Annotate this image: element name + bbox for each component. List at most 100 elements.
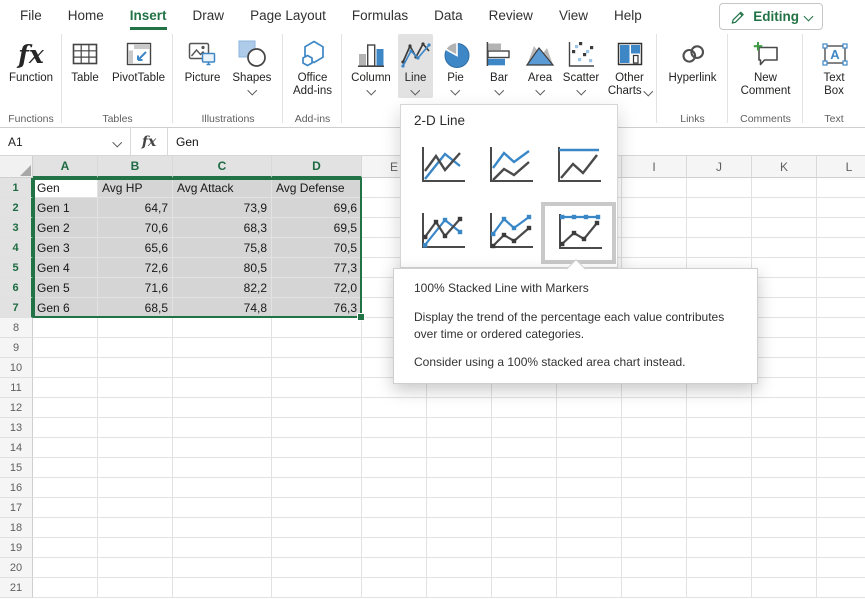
new-comment-button[interactable]: New Comment bbox=[736, 34, 796, 100]
cell-D21[interactable] bbox=[272, 578, 362, 598]
tab-page-layout[interactable]: Page Layout bbox=[250, 0, 326, 30]
cell-A20[interactable] bbox=[33, 558, 98, 578]
cell-H17[interactable] bbox=[557, 498, 622, 518]
cell-E16[interactable] bbox=[362, 478, 427, 498]
line-chart-button[interactable]: Line bbox=[398, 34, 433, 98]
cell-D5[interactable]: 77,3 bbox=[272, 258, 362, 278]
cell-I1[interactable] bbox=[622, 178, 687, 198]
cell-C21[interactable] bbox=[173, 578, 272, 598]
cell-D16[interactable] bbox=[272, 478, 362, 498]
cell-B6[interactable]: 71,6 bbox=[98, 278, 173, 298]
cell-K20[interactable] bbox=[752, 558, 817, 578]
cell-D10[interactable] bbox=[272, 358, 362, 378]
bar-chart-button[interactable]: Bar bbox=[478, 34, 520, 98]
tab-insert[interactable]: Insert bbox=[130, 0, 167, 30]
tab-formulas[interactable]: Formulas bbox=[352, 0, 408, 30]
cell-C20[interactable] bbox=[173, 558, 272, 578]
cell-D7[interactable]: 76,3 bbox=[272, 298, 362, 318]
cell-G12[interactable] bbox=[492, 398, 557, 418]
cell-D1[interactable]: Avg Defense bbox=[272, 178, 362, 198]
column-header-C[interactable]: C bbox=[173, 156, 272, 178]
cell-E20[interactable] bbox=[362, 558, 427, 578]
column-header-A[interactable]: A bbox=[33, 156, 98, 178]
cell-D19[interactable] bbox=[272, 538, 362, 558]
cell-K21[interactable] bbox=[752, 578, 817, 598]
cell-K7[interactable] bbox=[752, 298, 817, 318]
tab-data[interactable]: Data bbox=[434, 0, 463, 30]
cell-F19[interactable] bbox=[427, 538, 492, 558]
cell-D11[interactable] bbox=[272, 378, 362, 398]
cell-G19[interactable] bbox=[492, 538, 557, 558]
cell-K11[interactable] bbox=[752, 378, 817, 398]
cell-C10[interactable] bbox=[173, 358, 272, 378]
cell-B7[interactable]: 68,5 bbox=[98, 298, 173, 318]
cell-G18[interactable] bbox=[492, 518, 557, 538]
tab-review[interactable]: Review bbox=[489, 0, 533, 30]
cell-I3[interactable] bbox=[622, 218, 687, 238]
cell-A5[interactable]: Gen 4 bbox=[33, 258, 98, 278]
column-chart-button[interactable]: Column bbox=[342, 34, 400, 98]
row-header-21[interactable]: 21 bbox=[0, 578, 33, 598]
cell-K2[interactable] bbox=[752, 198, 817, 218]
cell-A21[interactable] bbox=[33, 578, 98, 598]
cell-F12[interactable] bbox=[427, 398, 492, 418]
cell-L20[interactable] bbox=[817, 558, 865, 578]
cell-L10[interactable] bbox=[817, 358, 865, 378]
cell-K5[interactable] bbox=[752, 258, 817, 278]
cell-I19[interactable] bbox=[622, 538, 687, 558]
cell-C4[interactable]: 75,8 bbox=[173, 238, 272, 258]
cell-E17[interactable] bbox=[362, 498, 427, 518]
cell-L4[interactable] bbox=[817, 238, 865, 258]
cell-G14[interactable] bbox=[492, 438, 557, 458]
row-header-17[interactable]: 17 bbox=[0, 498, 33, 518]
cell-B1[interactable]: Avg HP bbox=[98, 178, 173, 198]
cell-A19[interactable] bbox=[33, 538, 98, 558]
cell-F13[interactable] bbox=[427, 418, 492, 438]
cell-K4[interactable] bbox=[752, 238, 817, 258]
cell-F15[interactable] bbox=[427, 458, 492, 478]
cell-B16[interactable] bbox=[98, 478, 173, 498]
chart-option-line[interactable] bbox=[415, 143, 468, 189]
cell-L2[interactable] bbox=[817, 198, 865, 218]
cell-D3[interactable]: 69,5 bbox=[272, 218, 362, 238]
cell-L7[interactable] bbox=[817, 298, 865, 318]
cell-D13[interactable] bbox=[272, 418, 362, 438]
row-header-10[interactable]: 10 bbox=[0, 358, 33, 378]
cell-C9[interactable] bbox=[173, 338, 272, 358]
cell-J4[interactable] bbox=[687, 238, 752, 258]
cell-D4[interactable]: 70,5 bbox=[272, 238, 362, 258]
row-header-4[interactable]: 4 bbox=[0, 238, 33, 258]
cell-B4[interactable]: 65,6 bbox=[98, 238, 173, 258]
cell-C14[interactable] bbox=[173, 438, 272, 458]
cell-I12[interactable] bbox=[622, 398, 687, 418]
table-button[interactable]: Table bbox=[65, 34, 105, 87]
cell-B21[interactable] bbox=[98, 578, 173, 598]
tab-file[interactable]: File bbox=[20, 0, 42, 30]
insert-function-button[interactable]: fx bbox=[131, 128, 168, 155]
cell-K1[interactable] bbox=[752, 178, 817, 198]
cell-C18[interactable] bbox=[173, 518, 272, 538]
cell-C19[interactable] bbox=[173, 538, 272, 558]
cell-H16[interactable] bbox=[557, 478, 622, 498]
cell-C17[interactable] bbox=[173, 498, 272, 518]
cell-J13[interactable] bbox=[687, 418, 752, 438]
cell-D17[interactable] bbox=[272, 498, 362, 518]
cell-K16[interactable] bbox=[752, 478, 817, 498]
cell-A1[interactable]: Gen bbox=[33, 178, 98, 198]
cell-J18[interactable] bbox=[687, 518, 752, 538]
row-header-12[interactable]: 12 bbox=[0, 398, 33, 418]
cell-F18[interactable] bbox=[427, 518, 492, 538]
cell-K13[interactable] bbox=[752, 418, 817, 438]
cell-L3[interactable] bbox=[817, 218, 865, 238]
row-header-20[interactable]: 20 bbox=[0, 558, 33, 578]
cell-A12[interactable] bbox=[33, 398, 98, 418]
column-header-K[interactable]: K bbox=[752, 156, 817, 178]
cell-L18[interactable] bbox=[817, 518, 865, 538]
cell-I13[interactable] bbox=[622, 418, 687, 438]
column-header-D[interactable]: D bbox=[272, 156, 362, 178]
cell-A2[interactable]: Gen 1 bbox=[33, 198, 98, 218]
row-header-9[interactable]: 9 bbox=[0, 338, 33, 358]
cell-J1[interactable] bbox=[687, 178, 752, 198]
cell-H13[interactable] bbox=[557, 418, 622, 438]
text-box-button[interactable]: A Text Box bbox=[814, 34, 854, 100]
